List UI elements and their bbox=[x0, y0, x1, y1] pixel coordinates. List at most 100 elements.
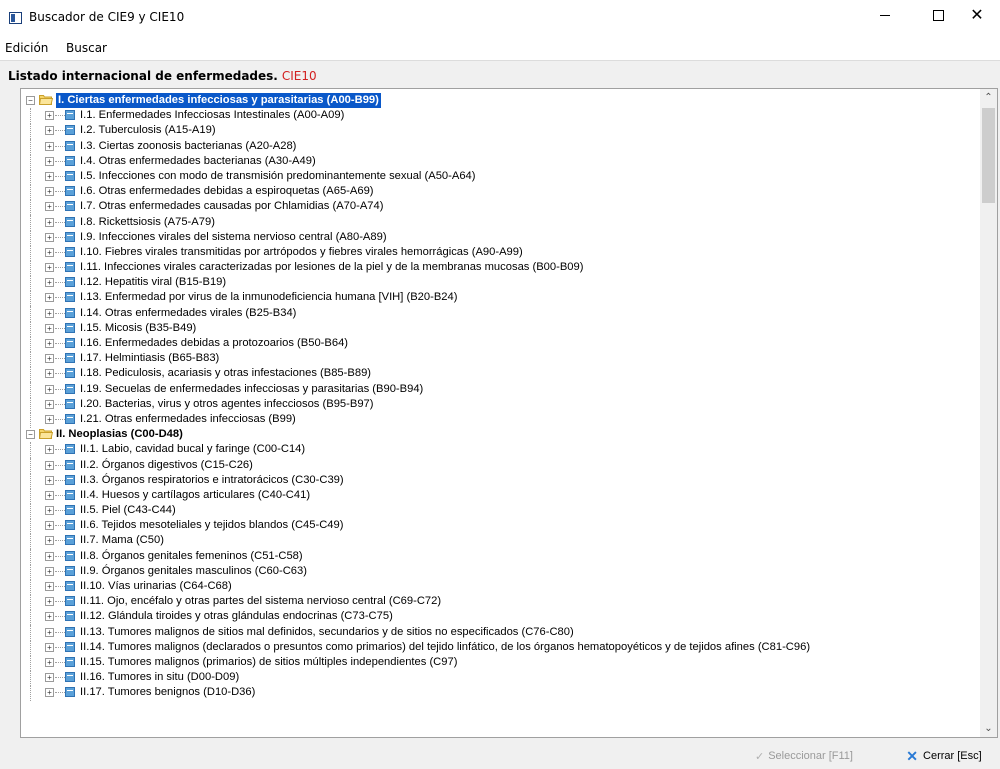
book-icon bbox=[65, 565, 75, 576]
expand-icon[interactable]: + bbox=[45, 399, 54, 409]
expand-icon[interactable]: + bbox=[45, 521, 54, 531]
expand-icon[interactable]: + bbox=[45, 384, 54, 394]
tree-item-row[interactable]: + II.12. Glándula tiroides y otras glándu… bbox=[21, 609, 981, 626]
tree-item-row[interactable]: + II.14. Tumores malignos (declarados o p… bbox=[21, 639, 981, 656]
tree-item-row[interactable]: + I.19. Secuelas de enfermedades infeccio… bbox=[21, 381, 981, 398]
tree-item-row[interactable]: + I.7. Otras enfermedades causadas por Ch… bbox=[21, 199, 981, 216]
tree-item-row[interactable]: + I.3. Ciertas zoonosis bacterianas (A20-… bbox=[21, 138, 981, 155]
expand-icon[interactable]: + bbox=[45, 339, 54, 348]
tree-connector bbox=[55, 449, 65, 451]
vertical-scrollbar[interactable]: ⌃ ⌄ bbox=[980, 89, 997, 737]
expand-icon[interactable]: + bbox=[45, 111, 54, 121]
expand-icon[interactable]: + bbox=[45, 612, 54, 622]
expand-icon[interactable]: + bbox=[45, 202, 54, 212]
tree-item-row[interactable]: + I.20. Bacterias, virus y otros agentes … bbox=[21, 396, 981, 413]
expand-icon[interactable]: + bbox=[45, 582, 54, 591]
tree-item-row[interactable]: + II.13. Tumores malignos de sitios mal d… bbox=[21, 624, 981, 641]
expand-icon[interactable]: + bbox=[45, 627, 54, 637]
tree-item-row[interactable]: + II.11. Ojo, encéfalo y otras partes del… bbox=[21, 594, 981, 611]
tree-item-row[interactable]: + I.15. Micosis (B35-B49) bbox=[21, 320, 981, 337]
tree-item-row[interactable]: + II.17. Tumores benignos (D10-D36) bbox=[21, 685, 981, 702]
select-button[interactable]: ✓ Seleccionar [F11] bbox=[750, 745, 858, 767]
expand-icon[interactable]: + bbox=[45, 171, 54, 181]
expand-icon[interactable]: + bbox=[45, 490, 54, 500]
expand-icon[interactable]: + bbox=[45, 688, 54, 698]
expand-icon[interactable]: + bbox=[45, 293, 54, 303]
book-icon bbox=[65, 474, 75, 485]
expand-icon[interactable]: + bbox=[45, 141, 54, 151]
expand-icon[interactable]: + bbox=[45, 263, 54, 273]
tree-item-row[interactable]: + II.6. Tejidos mesoteliales y tejidos bl… bbox=[21, 518, 981, 535]
minimize-button[interactable] bbox=[862, 0, 908, 30]
close-button[interactable]: ✕ Cerrar [Esc] bbox=[888, 745, 1000, 767]
tree-item-row[interactable]: + I.10. Fiebres virales transmitidas por … bbox=[21, 244, 981, 261]
tree-item-row[interactable]: + I.11. Infecciones virales caracterizada… bbox=[21, 260, 981, 277]
tree-item-row[interactable]: + II.16. Tumores in situ (D00-D09) bbox=[21, 670, 981, 687]
expand-icon[interactable]: + bbox=[45, 414, 54, 424]
expand-icon[interactable]: + bbox=[45, 126, 54, 136]
expand-icon[interactable]: + bbox=[45, 445, 54, 455]
tree-item-row[interactable]: + I.1. Enfermedades Infecciosas Intestina… bbox=[21, 108, 981, 125]
tree-chapter-row[interactable]: − I. Ciertas enfermedades infecciosas y p… bbox=[21, 93, 981, 108]
tree-guide-line bbox=[30, 123, 31, 140]
book-icon bbox=[65, 338, 75, 348]
collapse-icon[interactable]: − bbox=[26, 430, 35, 440]
tree-item-row[interactable]: + II.7. Mama (C50) bbox=[21, 533, 981, 550]
tree-item-row[interactable]: + II.2. Órganos digestivos (C15-C26) bbox=[21, 457, 981, 474]
expand-icon[interactable]: + bbox=[45, 475, 54, 485]
tree-item-row[interactable]: + II.15. Tumores malignos (primarios) de … bbox=[21, 654, 981, 671]
expand-icon[interactable]: + bbox=[45, 354, 54, 364]
tree-connector bbox=[55, 510, 65, 512]
expand-icon[interactable]: + bbox=[45, 278, 54, 288]
tree-item-row[interactable]: + I.16. Enfermedades debidas a protozoari… bbox=[21, 336, 981, 352]
tree-item-row[interactable]: + I.12. Hepatitis viral (B15-B19) bbox=[21, 275, 981, 292]
scroll-down-icon[interactable]: ⌄ bbox=[980, 720, 997, 737]
book-icon bbox=[65, 140, 75, 151]
expand-icon[interactable]: + bbox=[45, 642, 54, 652]
scroll-thumb[interactable] bbox=[982, 108, 995, 203]
expand-icon[interactable]: + bbox=[45, 566, 54, 576]
tree-item-row[interactable]: + II.9. Órganos genitales masculinos (C60… bbox=[21, 563, 981, 580]
tree-item-row[interactable]: + I.5. Infecciones con modo de transmisió… bbox=[21, 168, 981, 185]
tree-item-row[interactable]: + I.8. Rickettsiosis (A75-A79) bbox=[21, 214, 981, 231]
close-window-button[interactable]: ✕ bbox=[954, 0, 1000, 30]
expand-icon[interactable]: + bbox=[45, 156, 54, 166]
tree-item-row[interactable]: + II.1. Labio, cavidad bucal y faringe (C… bbox=[21, 442, 981, 459]
tree-connector bbox=[55, 130, 65, 132]
expand-icon[interactable]: + bbox=[45, 232, 54, 242]
expand-icon[interactable]: + bbox=[45, 597, 54, 607]
expand-icon[interactable]: + bbox=[45, 323, 54, 333]
tree-chapter-row[interactable]: − II. Neoplasias (C00-D48) bbox=[21, 427, 981, 442]
tree-item-row[interactable]: + I.21. Otras enfermedades infecciosas (B… bbox=[21, 411, 981, 428]
expand-icon[interactable]: + bbox=[45, 247, 54, 257]
expand-icon[interactable]: + bbox=[45, 551, 54, 561]
tree-item-row[interactable]: + I.9. Infecciones virales del sistema ne… bbox=[21, 229, 981, 246]
disease-tree[interactable]: − I. Ciertas enfermedades infecciosas y p… bbox=[20, 88, 998, 738]
expand-icon[interactable]: + bbox=[45, 308, 54, 318]
menu-buscar[interactable]: Buscar bbox=[66, 41, 107, 55]
expand-icon[interactable]: + bbox=[45, 673, 54, 683]
tree-item-row[interactable]: + I.18. Pediculosis, acariasis y otras in… bbox=[21, 366, 981, 383]
menu-edicion[interactable]: Edición bbox=[5, 41, 48, 55]
tree-item-row[interactable]: + I.17. Helmintiasis (B65-B83) bbox=[21, 351, 981, 368]
expand-icon[interactable]: + bbox=[45, 369, 54, 379]
tree-item-row[interactable]: + II.3. Órganos respiratorios e intratorá… bbox=[21, 472, 981, 489]
tree-item-row[interactable]: + II.8. Órganos genitales femeninos (C51-… bbox=[21, 548, 981, 565]
expand-icon[interactable]: + bbox=[45, 187, 54, 197]
tree-item-row[interactable]: + I.14. Otras enfermedades virales (B25-B… bbox=[21, 305, 981, 322]
tree-item-row[interactable]: + II.4. Huesos y cartílagos articulares (… bbox=[21, 487, 981, 504]
tree-item-row[interactable]: + I.13. Enfermedad por virus de la inmuno… bbox=[21, 290, 981, 307]
tree-item-row[interactable]: + I.4. Otras enfermedades bacterianas (A3… bbox=[21, 153, 981, 170]
collapse-icon[interactable]: − bbox=[26, 96, 35, 105]
tree-item-row[interactable]: + I.6. Otras enfermedades debidas a espir… bbox=[21, 184, 981, 201]
expand-icon[interactable]: + bbox=[45, 506, 54, 516]
tree-item-row[interactable]: + II.5. Piel (C43-C44) bbox=[21, 503, 981, 520]
tree-item-label: I.10. Fiebres virales transmitidas por a… bbox=[80, 245, 523, 258]
expand-icon[interactable]: + bbox=[45, 460, 54, 470]
tree-item-row[interactable]: + I.2. Tuberculosis (A15-A19) bbox=[21, 123, 981, 140]
expand-icon[interactable]: + bbox=[45, 657, 54, 667]
expand-icon[interactable]: + bbox=[45, 217, 54, 227]
tree-item-row[interactable]: + II.10. Vías urinarias (C64-C68) bbox=[21, 579, 981, 595]
scroll-up-icon[interactable]: ⌃ bbox=[980, 89, 997, 106]
expand-icon[interactable]: + bbox=[45, 536, 54, 546]
